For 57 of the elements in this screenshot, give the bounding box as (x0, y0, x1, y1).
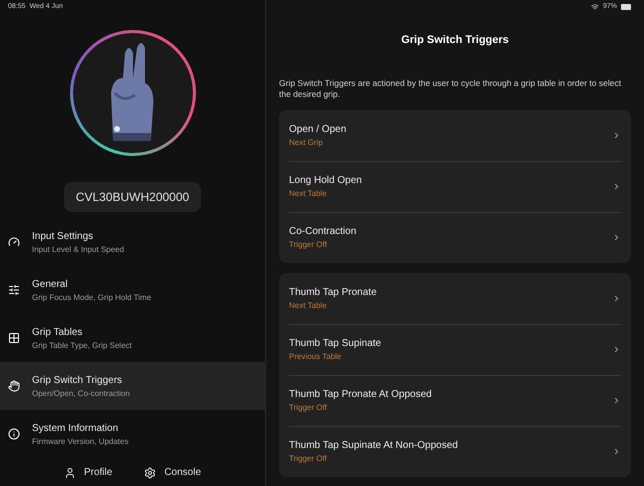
chevron-icon (612, 345, 621, 354)
item-icon (8, 380, 20, 392)
trigger-action: Next Table (289, 188, 328, 200)
trigger-row[interactable]: Long Hold Open Next Table (289, 160, 621, 212)
footer-button[interactable]: Console (144, 465, 202, 480)
item-title: Input Settings (32, 230, 94, 244)
item-title: General (32, 278, 69, 292)
description: Grip Switch Triggers are actioned by the user to cycle through a grip table in order to select the desired grip. (279, 78, 622, 100)
item-subtitle: Firmware Version, Updates (32, 436, 128, 448)
person-icon (64, 466, 76, 478)
trigger-row[interactable]: Thumb Tap Supinate Previous Table (289, 324, 621, 374)
item-subtitle: Open/Open, Co-contraction (32, 388, 130, 400)
trigger-action: Next Grip (289, 136, 324, 148)
item-icon (8, 236, 20, 248)
item-subtitle: Input Level & Input Speed (32, 244, 124, 256)
item-icon (8, 332, 20, 344)
chevron-icon (612, 447, 621, 456)
sidebar-item[interactable]: Grip Tables Grip Table Type, Grip Select (0, 314, 265, 362)
page-title: Grip Switch Triggers (400, 33, 510, 48)
trigger-row[interactable]: Thumb Tap Pronate Next Table (289, 272, 621, 324)
chevron-icon (612, 130, 621, 140)
item-title: System Information (32, 422, 120, 436)
item-title: Grip Tables (32, 326, 84, 340)
footer-button[interactable]: Profile (64, 465, 112, 480)
gear-icon (144, 466, 156, 478)
battery-icon (621, 4, 631, 10)
trigger-name: Co-Contraction (289, 225, 358, 239)
chevron-icon (612, 182, 621, 191)
trigger-row[interactable]: Open / Open Next Grip (289, 110, 621, 160)
trigger-action: Next Table (289, 300, 328, 312)
trigger-action: Trigger Off (289, 453, 328, 465)
wifi-icon (590, 3, 599, 11)
chevron-icon (612, 396, 621, 405)
item-title: Grip Switch Triggers (32, 374, 124, 388)
trigger-row[interactable]: Co-Contraction Trigger Off (289, 212, 621, 262)
chevron-icon (612, 233, 621, 242)
trigger-action: Previous Table (289, 351, 342, 363)
trigger-name: Thumb Tap Supinate (289, 337, 382, 351)
trigger-row[interactable]: Thumb Tap Supinate At Non-Opposed Trigger Off (289, 426, 621, 476)
serial-number: CVL30BUWH200000 (64, 182, 202, 212)
chevron-icon (612, 294, 621, 302)
sidebar-item[interactable]: General Grip Focus Mode, Grip Hold Time (0, 266, 265, 314)
trigger-row[interactable]: Thumb Tap Pronate At Opposed Trigger Off (289, 374, 621, 426)
sidebar-item[interactable]: Grip Switch Triggers Open/Open, Co-contraction (0, 362, 265, 410)
trigger-name: Open / Open (289, 122, 348, 136)
sidebar-item[interactable]: System Information Firmware Version, Updates (0, 410, 265, 458)
trigger-name: Thumb Tap Pronate At Opposed (289, 388, 433, 402)
sidebar-item[interactable]: Input Settings Input Level & Input Speed (0, 218, 265, 266)
item-subtitle: Grip Table Type, Grip Select (32, 340, 132, 352)
trigger-action: Trigger Off (289, 402, 328, 414)
item-icon (8, 428, 20, 440)
trigger-name: Thumb Tap Pronate (289, 286, 378, 300)
trigger-action: Trigger Off (289, 239, 328, 251)
item-subtitle: Grip Focus Mode, Grip Hold Time (32, 292, 152, 304)
trigger-name: Thumb Tap Supinate At Non-Opposed (289, 439, 459, 453)
item-icon (8, 284, 20, 296)
trigger-name: Long Hold Open (289, 174, 363, 188)
